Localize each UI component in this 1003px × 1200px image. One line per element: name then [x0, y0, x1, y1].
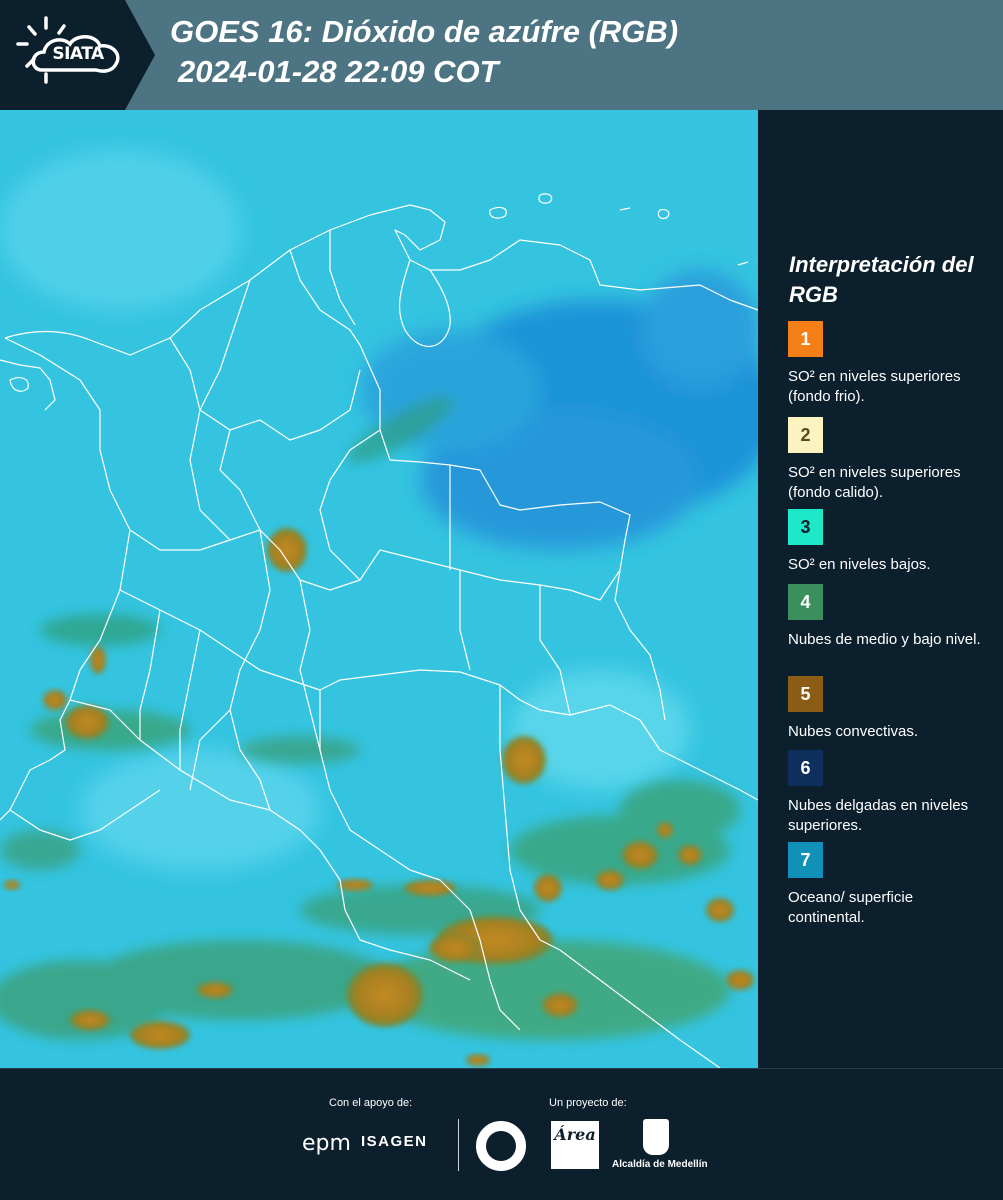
legend-item-4: 4 Nubes de medio y bajo nivel.	[788, 584, 988, 650]
legend-item-2: 2 SO² en niveles superiores (fondo calid…	[788, 417, 988, 503]
legend-swatch-4: 4	[788, 584, 823, 620]
legend-text-6: Nubes delgadas en niveles superiores.	[788, 797, 969, 834]
legend-text-3: SO² en niveles bajos.	[788, 556, 931, 573]
page-timestamp: 2024-01-28 22:09 COT	[178, 54, 499, 89]
area-logo-text: Área	[554, 1125, 596, 1144]
alcaldia-logo-text[interactable]: Alcaldía de Medellín	[612, 1159, 708, 1170]
isagen-logo[interactable]: ISAGEN	[361, 1133, 428, 1150]
legend-swatch-5: 5	[788, 676, 823, 712]
legend-item-5: 5 Nubes convectivas.	[788, 676, 988, 742]
legend-text-1: SO² en niveles superiores (fondo frio).	[788, 368, 961, 405]
legend-text-4: Nubes de medio y bajo nivel.	[788, 631, 981, 648]
legend-panel: Interpretación del RGB 1 SO² en niveles …	[758, 110, 1003, 1068]
logo-text: SIATA	[52, 44, 104, 64]
satellite-map[interactable]	[0, 110, 758, 1068]
legend-number-7: 7	[800, 849, 811, 870]
legend-swatch-6: 6	[788, 750, 823, 786]
header-bar: SIATA GOES 16: Dióxido de azúfre (RGB) 2…	[0, 0, 1003, 110]
legend-text-2: SO² en niveles superiores (fondo calido)…	[788, 464, 961, 501]
legend-text-7: Oceano/ superficie continental.	[788, 889, 914, 926]
footer-bar: Con el apoyo de: Un proyecto de: epm ISA…	[0, 1068, 1003, 1200]
legend-number-2: 2	[800, 424, 811, 445]
support-label: Con el apoyo de:	[329, 1097, 413, 1109]
footer-divider	[458, 1119, 459, 1171]
alcaldia-emblem-icon	[643, 1119, 669, 1155]
page-title: GOES 16: Dióxido de azúfre (RGB)	[170, 14, 679, 49]
project-label: Un proyecto de:	[549, 1097, 627, 1109]
seal-inner	[486, 1131, 516, 1161]
epm-logo[interactable]: epm	[302, 1131, 351, 1156]
legend-swatch-7: 7	[788, 842, 823, 878]
legend-text-5: Nubes convectivas.	[788, 723, 919, 740]
map-canvas	[0, 110, 758, 1068]
legend-swatch-3: 3	[788, 509, 823, 545]
area-metropolitana-logo[interactable]: Área	[551, 1121, 599, 1169]
legend-number-5: 5	[800, 683, 811, 704]
legend-number-6: 6	[800, 757, 811, 778]
legend-number-3: 3	[800, 516, 811, 537]
legend-item-3: 3 SO² en niveles bajos.	[788, 509, 988, 575]
logo-area: SIATA	[0, 0, 155, 110]
legend-swatch-2: 2	[788, 417, 823, 453]
medellin-seal-icon[interactable]	[476, 1121, 526, 1171]
legend-number-1: 1	[800, 328, 811, 349]
legend-item-1: 1 SO² en niveles superiores (fondo frio)…	[788, 321, 988, 407]
legend-swatch-1: 1	[788, 321, 823, 357]
legend-title: Interpretación del RGB	[789, 252, 974, 307]
legend-item-7: 7 Oceano/ superficie continental.	[788, 842, 988, 928]
legend-number-4: 4	[800, 591, 811, 612]
legend-item-6: 6 Nubes delgadas en niveles superiores.	[788, 750, 988, 836]
